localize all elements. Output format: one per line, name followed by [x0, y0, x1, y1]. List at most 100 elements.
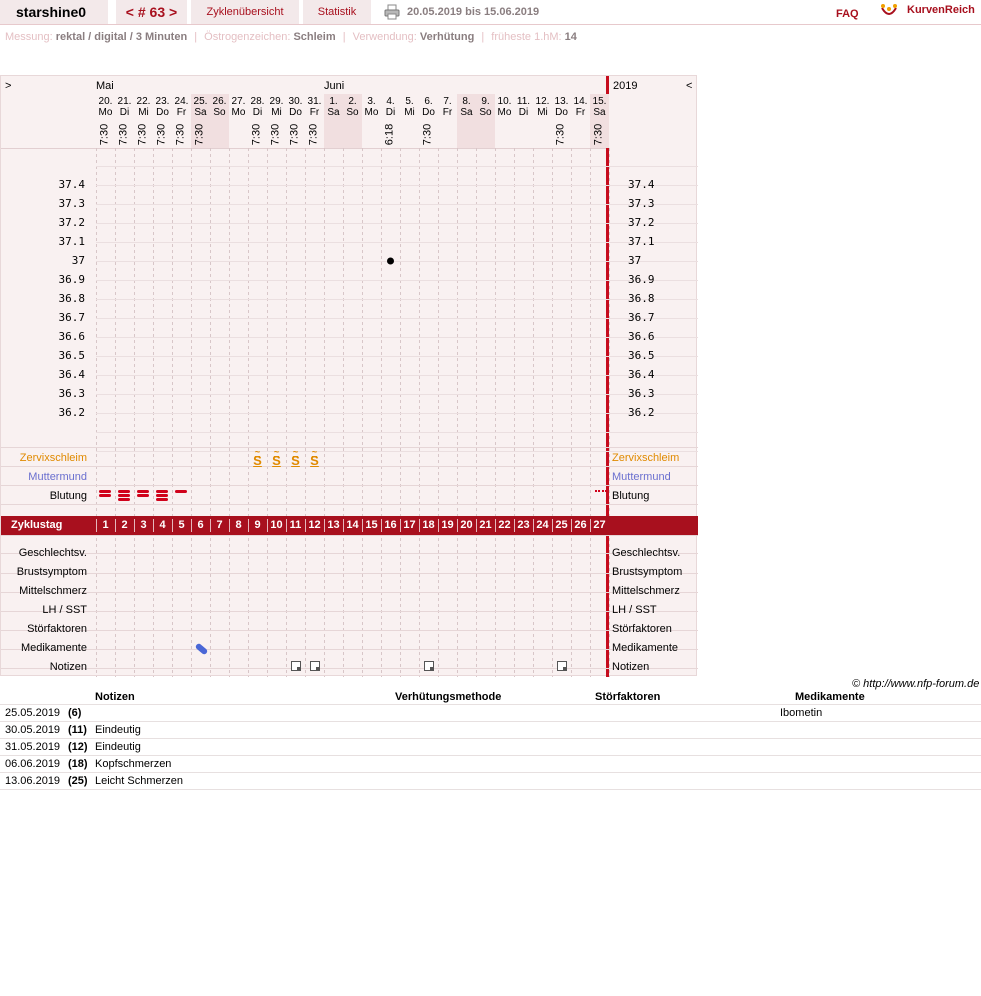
measure-time: 6:18	[383, 123, 396, 146]
temp-tick-left: 36.2	[58, 406, 86, 419]
bleeding-mark[interactable]	[137, 494, 149, 497]
weekday: Sa	[593, 107, 606, 118]
printer-icon[interactable]	[384, 4, 400, 20]
brand-name[interactable]: KurvenReich	[907, 2, 975, 18]
temp-tick-left: 37	[71, 254, 85, 267]
bleeding-mark[interactable]	[99, 490, 111, 493]
previous-cycle-arrow[interactable]: >	[5, 80, 11, 92]
month-label: Juni	[324, 80, 345, 92]
cycle-day-number: 2	[121, 519, 128, 531]
bleeding-row-label: Blutung	[49, 490, 87, 502]
bleeding-mark[interactable]	[175, 490, 187, 493]
spotting-mark[interactable]	[595, 490, 607, 493]
cycle-switcher[interactable]: < # 63 >	[116, 0, 187, 24]
cycle-day-divider	[172, 519, 173, 532]
day-header-14: 3. Mo	[362, 96, 381, 118]
temp-tick-left: 36.7	[58, 311, 86, 324]
note-icon[interactable]	[557, 661, 567, 671]
day-number: 11.	[516, 96, 531, 107]
chart-end-marker	[606, 76, 609, 677]
cycle-day-number: 10	[270, 519, 283, 531]
cycle-day-number: 25	[555, 519, 568, 531]
cycle-day-number: 5	[178, 519, 185, 531]
temp-tick-right: 36.8	[628, 292, 655, 305]
temp-tick-left: 37.1	[58, 235, 86, 248]
temp-tick-left: 36.9	[58, 273, 86, 286]
separator: |	[481, 31, 485, 43]
day-number: 29.	[269, 96, 284, 107]
day-number: 13.	[554, 96, 569, 107]
measure-time: 7:30	[155, 123, 168, 146]
faq-link[interactable]: FAQ	[836, 6, 859, 22]
temp-tick-left: 36.3	[58, 387, 86, 400]
bleeding-row-label-right: Blutung	[612, 490, 650, 502]
note-icon[interactable]	[424, 661, 434, 671]
note-icon[interactable]	[291, 661, 301, 671]
bleeding-mark[interactable]	[99, 494, 111, 497]
cervix-symbol[interactable]: ~ S	[286, 448, 305, 468]
cycle-day-divider	[286, 519, 287, 532]
weekday: Di	[119, 107, 130, 118]
day-number: 8.	[462, 96, 471, 107]
bleeding-mark[interactable]	[156, 498, 168, 501]
day-number: 23.	[155, 96, 170, 107]
cervix-row-label-right: Zervixschleim	[612, 452, 680, 464]
temp-tick-right: 36.2	[628, 406, 655, 419]
day-number: 21.	[117, 96, 132, 107]
cervix-symbol[interactable]: ~ S	[248, 448, 267, 468]
note-cycle-day: (25)	[68, 775, 88, 787]
cervix-symbol[interactable]: ~ S	[267, 448, 286, 468]
tab-statistics[interactable]: Statistik	[303, 0, 371, 24]
day-header-18: 7. Fr	[438, 96, 457, 118]
measure-time: 7:30	[136, 123, 149, 146]
day-header-2: 22. Mi	[134, 96, 153, 118]
cycle-day-divider	[381, 519, 382, 532]
tab-cycle-overview[interactable]: Zyklenübersicht	[191, 0, 299, 24]
day-number: 27.	[231, 96, 246, 107]
kurvenreich-logo-icon[interactable]	[880, 2, 898, 20]
date-range: 20.05.2019 bis 15.06.2019	[407, 6, 540, 18]
pill-icon[interactable]	[194, 642, 209, 656]
estrogen-label: Östrogenzeichen:	[204, 31, 291, 43]
day-header-13: 2. So	[343, 96, 362, 118]
bleeding-mark[interactable]	[156, 490, 168, 493]
next-cycle-arrow[interactable]: <	[686, 80, 692, 92]
temp-tick-left: 37.4	[58, 178, 86, 191]
bleeding-mark[interactable]	[118, 498, 130, 501]
notes-table: Notizen Verhütungsmethode Störfaktoren M…	[0, 689, 981, 790]
cycle-day-divider	[115, 519, 116, 532]
cycle-day-divider	[438, 519, 439, 532]
day-number: 14.	[573, 96, 588, 107]
bleeding-mark[interactable]	[118, 490, 130, 493]
measure-time: 7:30	[592, 123, 605, 146]
column-header: Verhütungsmethode	[395, 691, 502, 703]
notes-table-header: Notizen Verhütungsmethode Störfaktoren M…	[0, 689, 981, 705]
top-bar: starshine0 < # 63 > Zyklenübersicht Stat…	[0, 0, 981, 25]
table-row: 13.06.2019 (25) Leicht Schmerzen	[0, 773, 981, 790]
bleeding-mark[interactable]	[118, 494, 130, 497]
day-header-21: 10. Mo	[495, 96, 514, 118]
cervical-os-row-label-right: Muttermund	[612, 471, 671, 483]
column-header: Notizen	[95, 691, 135, 703]
note-icon[interactable]	[310, 661, 320, 671]
cycle-chart: > Mai Juni 2019 < 20. Mo 7:30 21. Di 7:30 22. M…	[0, 75, 698, 677]
cervix-symbol[interactable]: ~ S	[305, 448, 324, 468]
bleeding-mark[interactable]	[137, 490, 149, 493]
day-number: 24.	[174, 96, 189, 107]
cycle-day-number: 13	[327, 519, 340, 531]
cycle-day-divider	[419, 519, 420, 532]
cycle-day-divider	[134, 519, 135, 532]
bleeding-mark[interactable]	[156, 494, 168, 497]
cycle-day-divider	[210, 519, 211, 532]
day-header-23: 12. Mi	[533, 96, 552, 118]
note-date: 31.05.2019	[5, 741, 61, 753]
bottom-row-label: LH / SST	[42, 604, 87, 616]
note-cycle-day: (18)	[68, 758, 88, 770]
cycle-day-divider	[400, 519, 401, 532]
weekday: Di	[252, 107, 263, 118]
day-number: 26.	[212, 96, 227, 107]
weekday: Do	[156, 107, 169, 118]
note-cycle-day: (11)	[68, 724, 87, 736]
temperature-grid	[1, 148, 698, 677]
temperature-point[interactable]	[387, 257, 394, 265]
